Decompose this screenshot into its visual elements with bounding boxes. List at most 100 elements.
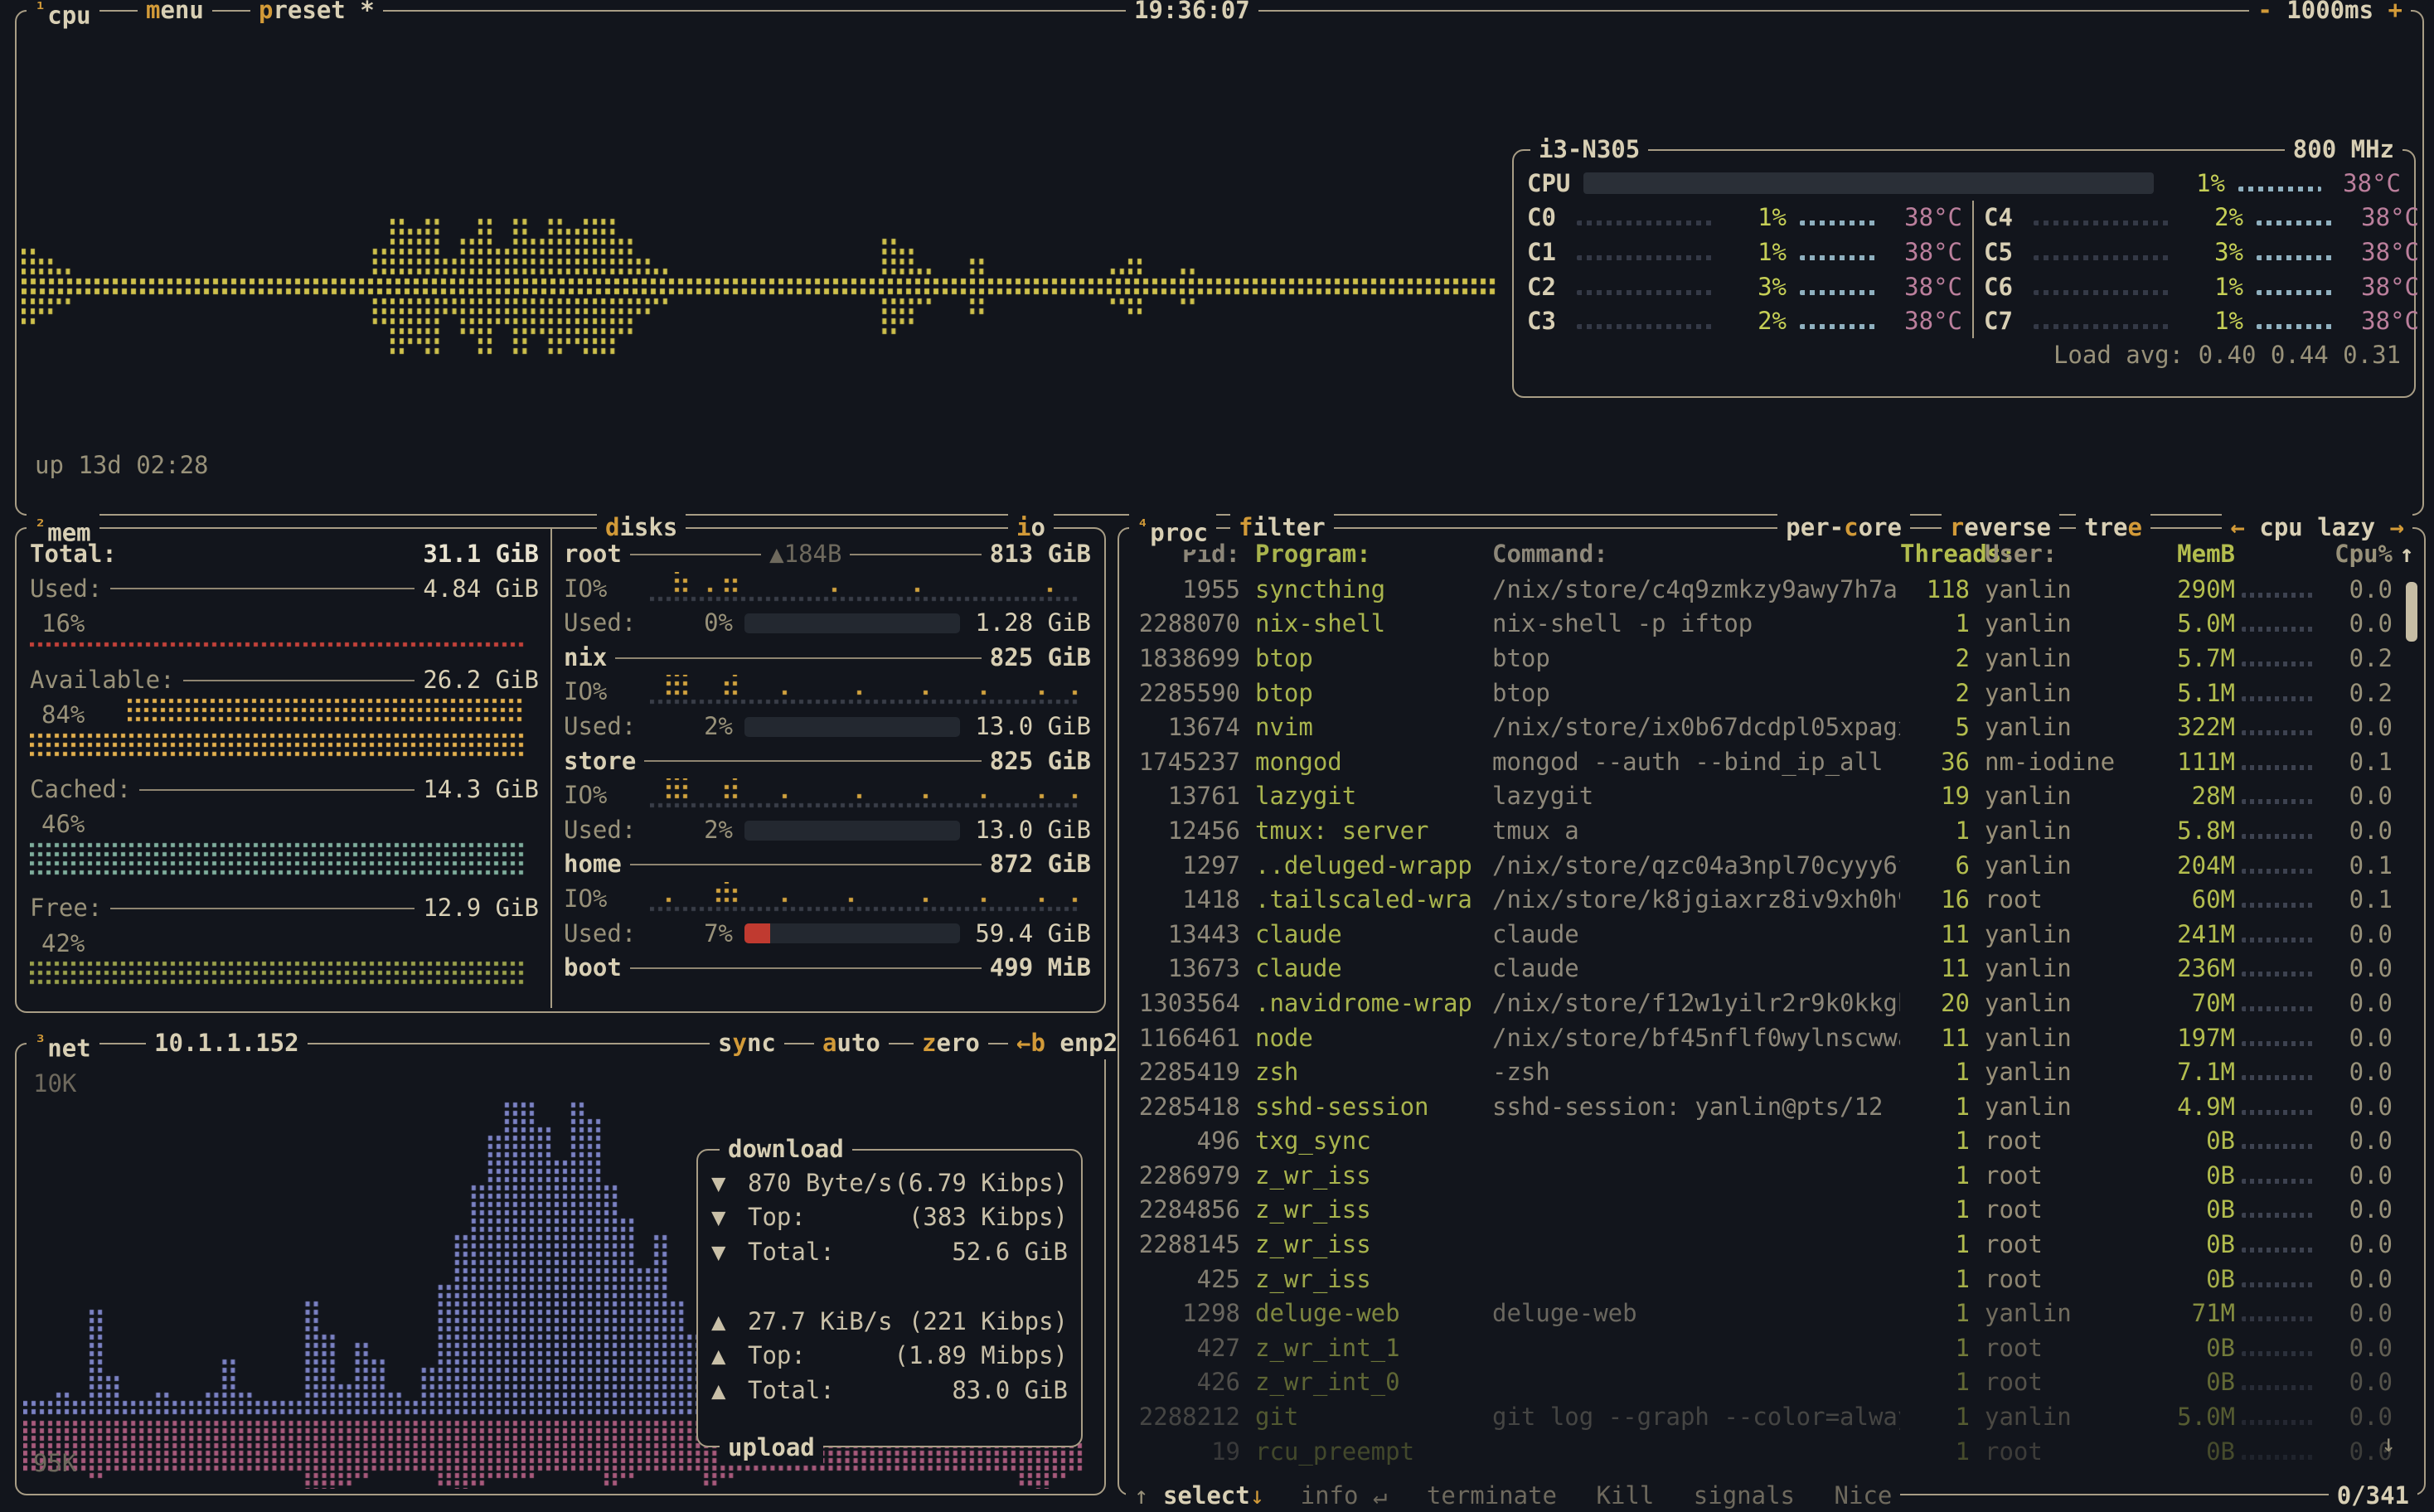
table-row[interactable]: 13673 claude claude 11 yanlin 236M 0.0 (1119, 952, 2424, 986)
prev-interface-button[interactable]: ←b (1016, 1029, 1045, 1057)
net-stat-row: ▲ Total: 83.0 GiB (698, 1373, 1081, 1408)
process-mem-meter (2242, 1213, 2315, 1218)
column-mem[interactable]: MemB (2147, 540, 2235, 568)
disk-used-label: Used: (564, 917, 673, 952)
table-row[interactable]: 426 z_wr_int_0 1 root 0B 0.0 (1119, 1365, 2424, 1400)
cpu-usage-graph (22, 202, 1497, 368)
process-name: nix-shell (1240, 609, 1492, 637)
cpu-core-row: C2 3% 38°C (1527, 269, 1962, 304)
table-row[interactable]: 1297 ..deluged-wrapp /nix/store/qzc04a3n… (1119, 848, 2424, 883)
table-row[interactable]: 2286979 z_wr_iss 1 root 0B 0.0 (1119, 1158, 2424, 1193)
process-mem: 290M (2147, 575, 2235, 603)
scroll-down-icon[interactable]: ↓ (2382, 1429, 2396, 1457)
column-threads[interactable]: Threads: (1900, 540, 1970, 568)
select-label[interactable]: select (1163, 1481, 1250, 1510)
table-row[interactable]: 1303564 .navidrome-wrap /nix/store/f12w1… (1119, 986, 2424, 1020)
direction-arrow-icon: ▼ (711, 1203, 748, 1231)
process-mem-meter (2242, 1351, 2315, 1356)
process-panel-title[interactable]: ⁴proc (1129, 511, 1216, 550)
auto-button[interactable]: auto (814, 1026, 889, 1059)
scrollbar-thumb[interactable] (2406, 582, 2417, 642)
net-stat-value: 52.6 GiB (952, 1238, 1068, 1266)
direction-arrow-icon: ▼ (711, 1238, 748, 1266)
table-row[interactable]: 1745237 mongod mongod --auth --bind_ip_a… (1119, 744, 2424, 779)
core-percent: 1% (2179, 307, 2243, 335)
process-mem: 0B (2147, 1437, 2235, 1466)
process-threads: 6 (1900, 851, 1970, 880)
select-down-icon[interactable]: ↓ (1250, 1481, 1264, 1510)
scroll-up-icon[interactable]: ↑ (2393, 540, 2414, 568)
table-row[interactable]: 13674 nvim /nix/store/ix0b67dcdpl05xpagx… (1119, 710, 2424, 744)
table-row[interactable]: 19 rcu_preempt 1 root 0B 0.0 (1119, 1434, 2424, 1469)
process-threads: 118 (1900, 575, 1970, 603)
process-command: -zsh (1492, 1058, 1900, 1086)
process-threads: 1 (1900, 1058, 1970, 1086)
network-panel-title[interactable]: ³net (27, 1026, 99, 1065)
column-user[interactable]: User: (1970, 540, 2147, 568)
process-mem: 0B (2147, 1368, 2235, 1396)
nice-button[interactable]: Nice (1834, 1481, 1892, 1510)
process-threads: 2 (1900, 644, 1970, 672)
table-row[interactable]: 2284856 z_wr_iss 1 root 0B 0.0 (1119, 1193, 2424, 1228)
process-command: /nix/store/bf45nflf0wylnscwwa2xg (1492, 1024, 1900, 1052)
process-pid: 426 (1131, 1368, 1240, 1396)
table-row[interactable]: 1418 .tailscaled-wra /nix/store/k8jgiaxr… (1119, 882, 2424, 917)
table-row[interactable]: 1838699 btop btop 2 yanlin 5.7M 0.2 (1119, 641, 2424, 676)
interval-increase-button[interactable]: + (2388, 0, 2402, 24)
select-up-icon[interactable]: ↑ (1134, 1481, 1148, 1510)
process-mem: 204M (2147, 851, 2235, 880)
sync-button[interactable]: sync (710, 1026, 784, 1059)
process-mem-meter (2242, 1282, 2315, 1287)
table-row[interactable]: 2285418 sshd-session sshd-session: yanli… (1119, 1089, 2424, 1124)
table-row[interactable]: 13761 lazygit lazygit 19 yanlin 28M 0.0 (1119, 779, 2424, 814)
column-cpu[interactable]: Cpu% (2321, 540, 2393, 568)
core-name: C1 (1527, 238, 1577, 266)
process-pid: 1418 (1131, 885, 1240, 914)
table-row[interactable]: 1955 syncthing /nix/store/c4q9zmkzy9awy7… (1119, 572, 2424, 607)
table-row[interactable]: 2285590 btop btop 2 yanlin 5.1M 0.2 (1119, 676, 2424, 710)
table-row[interactable]: 2285419 zsh -zsh 1 yanlin 7.1M 0.0 (1119, 1054, 2424, 1089)
table-row[interactable]: 2288070 nix-shell nix-shell -p iftop 1 y… (1119, 607, 2424, 642)
table-row[interactable]: 1298 deluge-web deluge-web 1 yanlin 71M … (1119, 1296, 2424, 1330)
process-name: claude (1240, 920, 1492, 948)
table-row[interactable]: 496 txg_sync 1 root 0B 0.0 (1119, 1124, 2424, 1159)
disk-used-bar (744, 821, 960, 841)
core-name: C7 (1984, 307, 2034, 335)
tree-button[interactable]: tree (2076, 511, 2150, 544)
disk-size: 825 GiB (990, 641, 1091, 676)
disk-size: 872 GiB (990, 847, 1091, 882)
table-row[interactable]: 12456 tmux: server tmux a 1 yanlin 5.8M … (1119, 813, 2424, 848)
reverse-button[interactable]: reverse (1942, 511, 2059, 544)
interval-decrease-button[interactable]: - (2257, 0, 2272, 24)
process-cpu: 0.0 (2321, 1127, 2393, 1155)
column-command[interactable]: Command: (1492, 540, 1900, 568)
table-row[interactable]: 1166461 node /nix/store/bf45nflf0wylnscw… (1119, 1020, 2424, 1055)
info-button[interactable]: info ↵ (1301, 1481, 1388, 1510)
preset-button[interactable]: preset * (250, 0, 383, 27)
terminate-button[interactable]: terminate (1427, 1481, 1557, 1510)
kill-button[interactable]: Kill (1596, 1481, 1654, 1510)
net-stat-label: 870 Byte/s (748, 1169, 894, 1197)
sort-next-button[interactable]: → (2390, 513, 2404, 541)
sort-column-switcher: ← cpu lazy → (2222, 511, 2412, 544)
zero-button[interactable]: zero (914, 1026, 988, 1059)
table-row[interactable]: 2288212 git git log --graph --color=alwa… (1119, 1399, 2424, 1434)
table-row[interactable]: 427 z_wr_int_1 1 root 0B 0.0 (1119, 1330, 2424, 1365)
process-name: git (1240, 1403, 1492, 1431)
process-cpu: 0.0 (2321, 575, 2393, 603)
process-mem-meter (2242, 1316, 2315, 1321)
table-row[interactable]: 13443 claude claude 11 yanlin 241M 0.0 (1119, 917, 2424, 952)
per-core-button[interactable]: per-core (1777, 511, 1910, 544)
table-row[interactable]: 2288145 z_wr_iss 1 root 0B 0.0 (1119, 1227, 2424, 1262)
signals-button[interactable]: signals (1694, 1481, 1795, 1510)
process-name: ..deluged-wrapp (1240, 851, 1492, 880)
process-threads: 2 (1900, 679, 1970, 707)
table-row[interactable]: 425 z_wr_iss 1 root 0B 0.0 (1119, 1262, 2424, 1296)
filter-button[interactable]: filter (1230, 511, 1334, 544)
menu-button[interactable]: menu (138, 0, 212, 27)
sort-prev-button[interactable]: ← (2230, 513, 2244, 541)
cpu-panel-title[interactable]: ¹cpu (27, 0, 99, 32)
disk-used-value: 1.28 GiB (960, 606, 1091, 641)
column-program[interactable]: Program: (1240, 540, 1492, 568)
process-user: yanlin (1970, 954, 2147, 982)
